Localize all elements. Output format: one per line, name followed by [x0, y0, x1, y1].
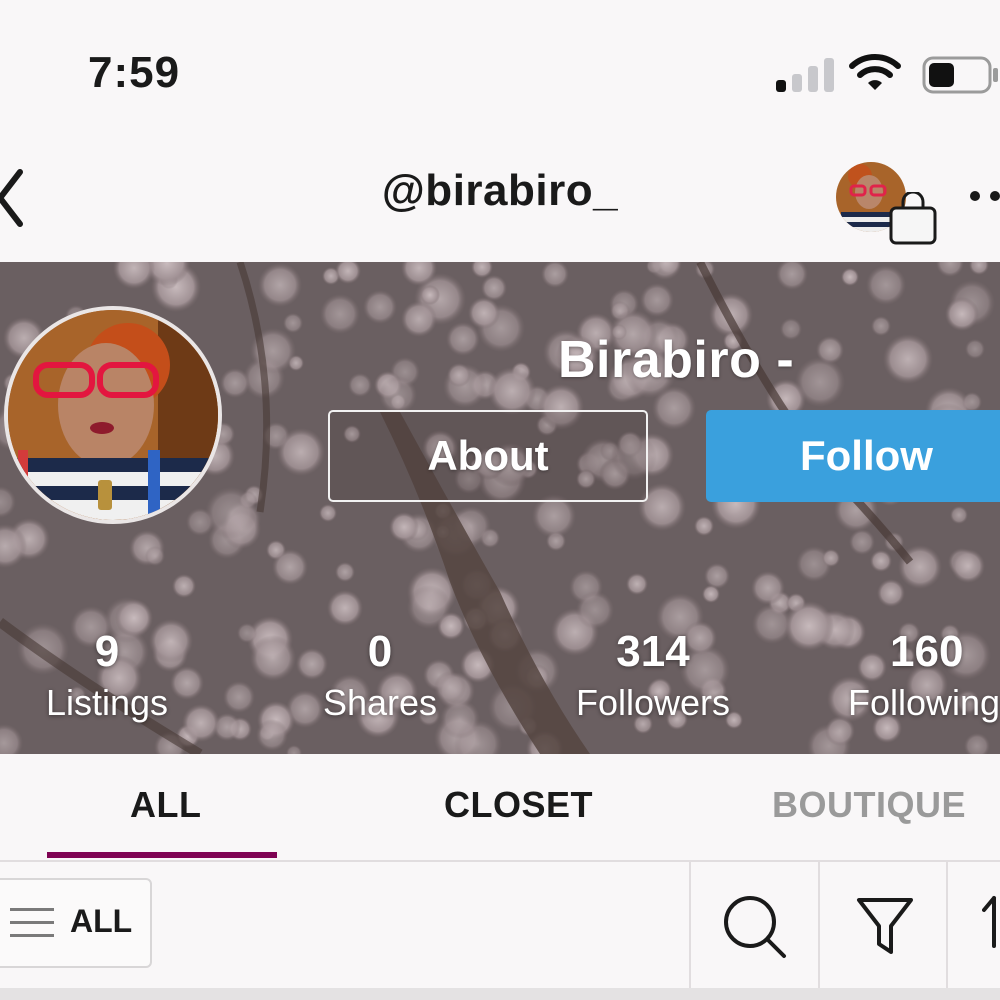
stat-followers[interactable]: 314 Followers	[543, 626, 763, 728]
stat-label: Following	[848, 682, 1000, 723]
stat-listings[interactable]: 9 Listings	[0, 626, 217, 728]
bottom-strip	[0, 988, 1000, 1000]
more-icon[interactable]	[968, 188, 1000, 204]
stat-value: 314	[616, 627, 690, 676]
tab-all[interactable]: ALL	[130, 784, 201, 826]
profile-avatar[interactable]	[4, 306, 222, 524]
stat-label: Listings	[45, 682, 169, 723]
tab-closet[interactable]: CLOSET	[444, 784, 593, 826]
stat-value: 9	[94, 627, 120, 676]
divider	[689, 862, 691, 988]
filter-icon[interactable]	[856, 896, 914, 956]
battery-icon	[922, 56, 998, 94]
stat-value: 0	[367, 627, 393, 676]
divider	[946, 862, 948, 988]
sort-icon[interactable]	[982, 894, 1000, 950]
active-tab-indicator	[47, 852, 277, 858]
stat-label: Followers	[575, 682, 731, 723]
display-name: Birabiro -	[558, 331, 795, 389]
stat-following[interactable]: 160 Following	[816, 626, 1000, 728]
hamburger-icon	[10, 908, 54, 937]
stat-label: Shares	[322, 682, 438, 723]
stat-value: 160	[890, 627, 964, 676]
status-bar: 7:59	[0, 0, 1000, 150]
follow-button[interactable]: Follow	[706, 410, 1000, 502]
signal-icon	[776, 56, 834, 92]
shopping-bag-icon[interactable]	[888, 192, 938, 246]
tab-boutique[interactable]: BOUTIQUE	[772, 784, 966, 826]
wifi-icon	[849, 54, 901, 90]
search-icon[interactable]	[722, 894, 788, 960]
about-button[interactable]: About	[328, 410, 648, 502]
all-filter-label: ALL	[70, 903, 133, 939]
status-time: 7:59	[88, 48, 181, 97]
divider	[818, 862, 820, 988]
stat-shares[interactable]: 0 Shares	[270, 626, 490, 728]
